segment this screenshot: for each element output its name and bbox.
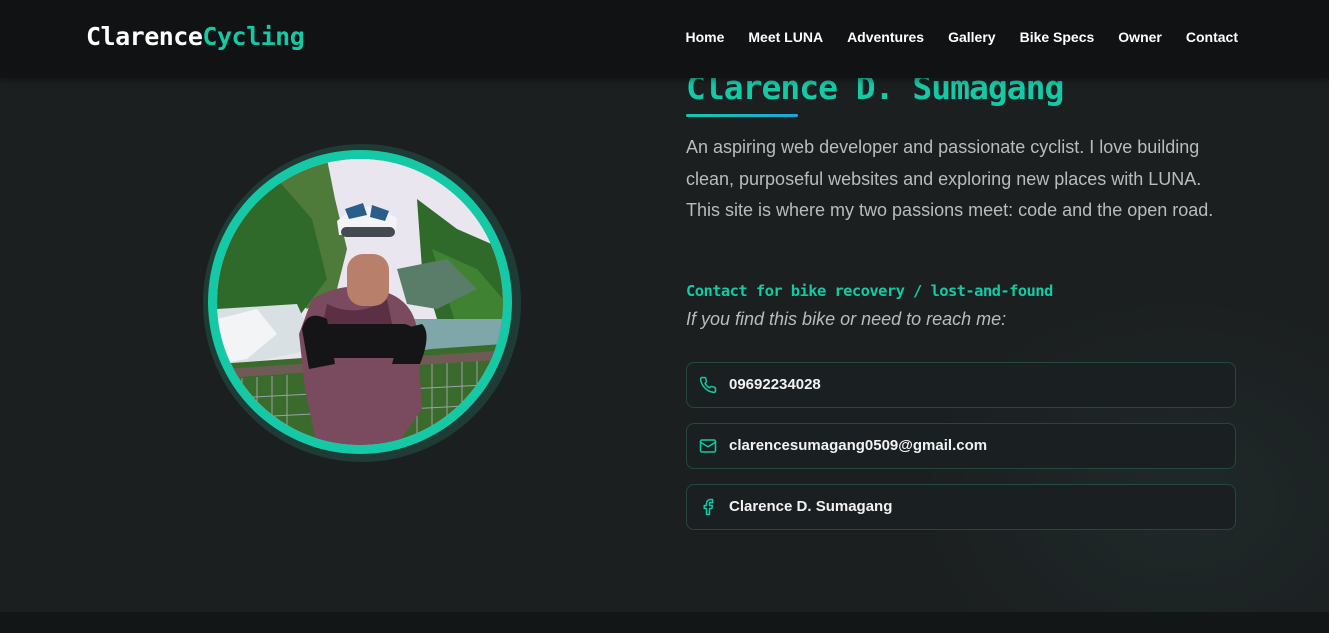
- brand-part-1: Clarence: [86, 22, 203, 51]
- nav-contact[interactable]: Contact: [1186, 29, 1238, 45]
- nav-adventures[interactable]: Adventures: [847, 29, 924, 45]
- phone-icon: [699, 376, 717, 394]
- title-underline: [686, 114, 798, 117]
- facebook-name: Clarence D. Sumagang: [729, 498, 893, 515]
- phone-number: 09692234028: [729, 376, 821, 393]
- nav-home[interactable]: Home: [685, 29, 724, 45]
- cyclist-photo-illustration: [217, 159, 503, 445]
- mail-icon: [699, 437, 717, 455]
- nav-gallery[interactable]: Gallery: [948, 29, 995, 45]
- nav-meet-luna[interactable]: Meet LUNA: [748, 29, 823, 45]
- owner-bio: An aspiring web developer and passionate…: [686, 137, 1214, 220]
- facebook-icon: [699, 498, 717, 516]
- email-address: clarencesumagang0509@gmail.com: [729, 437, 988, 454]
- nav-bike-specs[interactable]: Bike Specs: [1020, 29, 1095, 45]
- contact-card-facebook[interactable]: Clarence D. Sumagang: [686, 484, 1236, 530]
- owner-avatar-photo: [217, 159, 503, 445]
- main-nav: Home Meet LUNA Adventures Gallery Bike S…: [685, 29, 1238, 45]
- brand-logo[interactable]: ClarenceCycling: [86, 22, 305, 51]
- contact-card-phone[interactable]: 09692234028: [686, 362, 1236, 408]
- contact-heading: Contact for bike recovery / lost-and-fou…: [686, 282, 1053, 300]
- contact-card-email[interactable]: clarencesumagang0509@gmail.com: [686, 423, 1236, 469]
- brand-part-2: Cycling: [202, 22, 305, 51]
- navbar: ClarenceCycling Home Meet LUNA Adventure…: [0, 0, 1329, 78]
- footer-strip: [0, 612, 1329, 633]
- contact-subtitle: If you find this bike or need to reach m…: [686, 309, 1007, 329]
- nav-owner[interactable]: Owner: [1118, 29, 1162, 45]
